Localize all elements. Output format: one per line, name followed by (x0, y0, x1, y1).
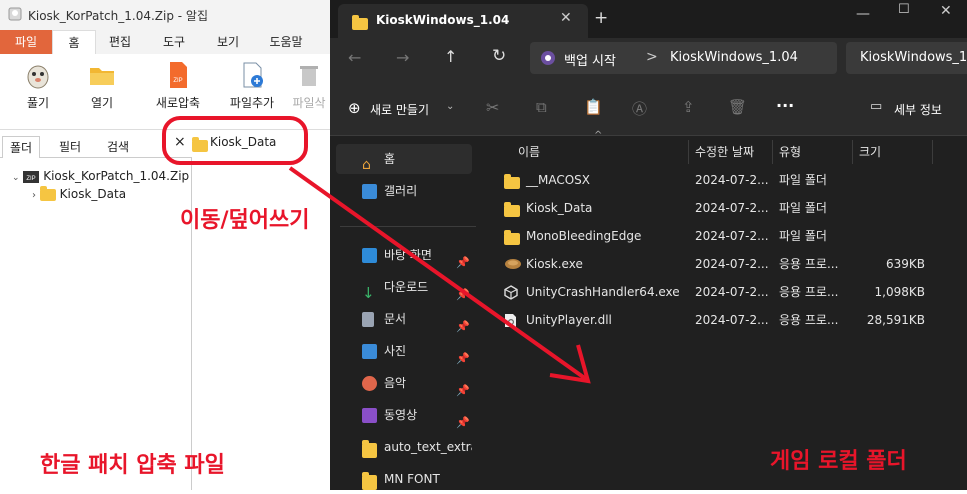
annotation-arrow (288, 166, 591, 384)
annotation-move-overwrite: 이동/덮어쓰기 (180, 208, 310, 233)
annotation-patch-archive: 한글 패치 압축 파일 (40, 453, 225, 478)
annotation-game-local-folder: 게임 로컬 폴더 (770, 449, 907, 474)
